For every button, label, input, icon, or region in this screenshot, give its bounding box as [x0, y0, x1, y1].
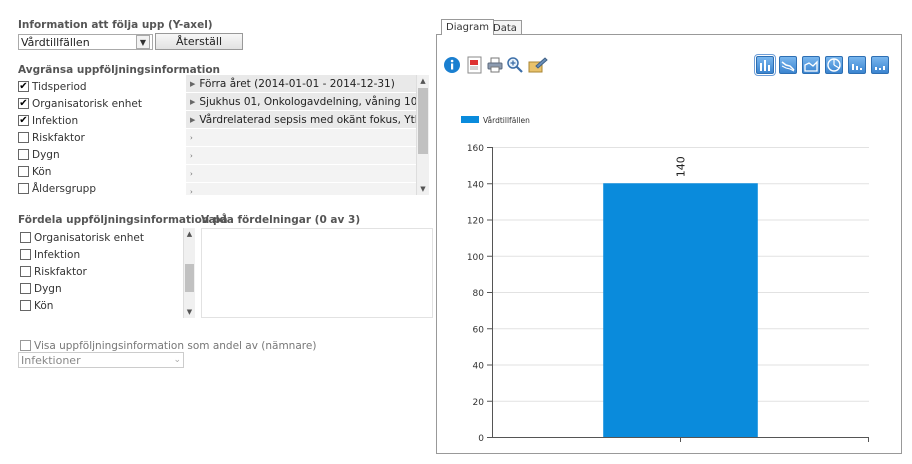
chosen-distributions-title: Valda fördelningar (0 av 3) [201, 214, 361, 226]
tab-diagram[interactable]: Diagram [441, 19, 494, 35]
distribute-scrollbar[interactable]: ▲ ▼ [183, 228, 195, 318]
pie-chart-icon[interactable] [825, 56, 843, 74]
scroll-up-icon[interactable]: ▲ [184, 228, 195, 240]
triangle-right-icon: › [190, 151, 193, 160]
limit-checkbox-list: ✔ Tidsperiod ✔ Organisatorisk enhet ✔ Infek… [18, 78, 186, 194]
checkbox[interactable] [18, 166, 29, 177]
triangle-right-icon: › [190, 169, 193, 178]
distribute-item-dygn[interactable]: Dygn [20, 280, 196, 297]
checkbox[interactable] [18, 132, 29, 143]
legend-label: Vårdtillfällen [483, 116, 530, 125]
limit-scrollbar[interactable]: ▲ ▼ [416, 75, 429, 195]
y-tick-label: 40 [473, 362, 485, 372]
y-tick-label: 60 [473, 325, 485, 335]
denominator-select[interactable]: Infektioner ⌄ [18, 352, 184, 368]
column-chart-small-icon[interactable] [871, 56, 889, 74]
checkbox[interactable]: ✔ [18, 81, 29, 92]
reset-button[interactable]: Återställ [155, 33, 243, 50]
bar-chart-icon[interactable] [754, 54, 776, 76]
distribute-item-infektion[interactable]: Infektion [20, 246, 196, 263]
limit-item-aldersgrupp[interactable]: Åldersgrupp [18, 180, 186, 194]
y-tick-label: 120 [467, 217, 484, 227]
data-label: 140 [675, 156, 688, 177]
info-icon[interactable] [443, 56, 461, 74]
limit-value-kon[interactable]: › [186, 165, 416, 183]
limit-item-tidsperiod[interactable]: ✔ Tidsperiod [18, 78, 186, 95]
limit-item-organisatorisk-enhet[interactable]: ✔ Organisatorisk enhet [18, 95, 186, 112]
triangle-right-icon: ▶ [190, 97, 196, 106]
limit-value-riskfaktor[interactable]: › [186, 129, 416, 147]
y-axis-select[interactable]: Vårdtillfällen ▼ [18, 34, 153, 50]
chevron-down-icon[interactable]: ▼ [136, 35, 150, 49]
checkbox[interactable]: ✔ [18, 98, 29, 109]
checkbox[interactable] [18, 149, 29, 160]
y-tick-label: 20 [473, 398, 485, 408]
scroll-down-icon[interactable]: ▼ [184, 306, 195, 318]
distribute-item-organisatorisk-enhet[interactable]: Organisatorisk enhet [20, 229, 196, 246]
export-pdf-icon[interactable] [466, 56, 484, 74]
limit-item-riskfaktor[interactable]: Riskfaktor [18, 129, 186, 146]
distribute-checkbox-list: Organisatorisk enhet Infektion Riskfakto… [20, 229, 196, 317]
checkbox[interactable] [20, 232, 31, 243]
checkbox[interactable] [20, 340, 31, 351]
checkbox[interactable] [20, 300, 31, 311]
limit-value-organisatorisk-enhet[interactable]: ▶ Sjukhus 01, Onkologavdelning, våning 10… [186, 93, 416, 111]
y-tick-label: 0 [478, 434, 484, 444]
triangle-right-icon: ▶ [190, 79, 196, 88]
y-tick-label: 80 [473, 289, 485, 299]
area-chart-icon[interactable] [802, 56, 820, 74]
bar-chart: Vårdtillfällen 0 20 40 60 80 100 120 140 160 140 [461, 116, 869, 444]
limit-item-dygn[interactable]: Dygn [18, 146, 186, 163]
legend-swatch [461, 116, 479, 123]
checkbox[interactable] [20, 249, 31, 260]
scroll-thumb[interactable] [418, 88, 428, 154]
chevron-down-icon[interactable]: ⌄ [173, 355, 181, 365]
distribute-item-riskfaktor[interactable]: Riskfaktor [20, 263, 196, 280]
limit-item-kon[interactable]: Kön [18, 163, 186, 180]
scroll-thumb[interactable] [185, 264, 194, 292]
limit-value-dygn[interactable]: › [186, 147, 416, 165]
y-tick-label: 100 [467, 253, 484, 263]
checkbox[interactable] [20, 283, 31, 294]
scroll-down-icon[interactable]: ▼ [417, 183, 429, 195]
zoom-icon[interactable] [506, 56, 524, 74]
distribute-item-kon[interactable]: Kön [20, 297, 196, 314]
bar [603, 183, 758, 437]
distribute-title: Fördela uppföljningsinformation på [18, 214, 228, 226]
triangle-right-icon: ▶ [190, 115, 196, 124]
checkbox[interactable] [18, 183, 29, 194]
checkbox[interactable] [20, 266, 31, 277]
checkbox[interactable]: ✔ [18, 115, 29, 126]
scroll-up-icon[interactable]: ▲ [417, 75, 429, 87]
triangle-right-icon: › [190, 187, 193, 196]
print-icon[interactable] [486, 56, 504, 74]
y-axis-select-value: Vårdtillfällen [21, 35, 90, 49]
line-chart-icon[interactable] [779, 56, 797, 74]
limit-value-infektion[interactable]: ▶ Vårdrelaterad sepsis med okänt fokus, Y… [186, 111, 416, 129]
limit-item-infektion[interactable]: ✔ Infektion [18, 112, 186, 129]
limit-value-aldersgrupp[interactable]: › [186, 183, 416, 195]
edit-icon[interactable] [528, 56, 548, 74]
limit-value-tidsperiod[interactable]: ▶ Förra året (2014-01-01 - 2014-12-31) [186, 75, 416, 93]
y-axis-title: Information att följa upp (Y-axel) [18, 19, 213, 31]
chosen-distributions-box[interactable] [201, 228, 433, 318]
triangle-right-icon: › [190, 133, 193, 142]
column-chart-icon[interactable] [848, 56, 866, 74]
y-tick-label: 160 [467, 144, 484, 154]
limit-value-list: ▶ Förra året (2014-01-01 - 2014-12-31) ▶ S… [186, 75, 416, 195]
y-tick-label: 140 [467, 180, 484, 190]
